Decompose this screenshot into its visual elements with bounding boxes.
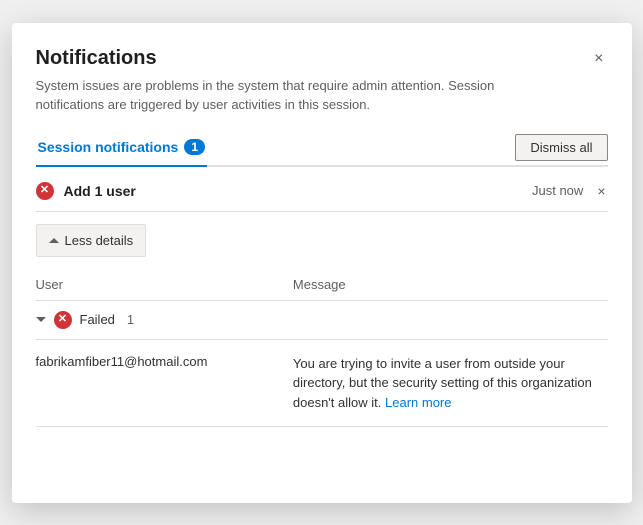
failed-group-cell: ✕ Failed 1 [36,300,608,339]
failed-error-icon: ✕ [54,311,72,329]
col-user-header: User [36,269,293,301]
error-icon: ✕ [36,182,54,200]
dialog-close-button[interactable]: × [590,47,607,71]
dialog-title-block: Notifications System issues are problems… [36,47,536,115]
table-row: fabrikamfiber11@hotmail.com You are tryi… [36,339,608,427]
tabs-bar: Session notifications 1 Dismiss all [36,131,608,167]
details-table: User Message ✕ Failed 1 [36,269,608,428]
chevron-down-icon[interactable] [36,317,46,322]
tab-session-notifications[interactable]: Session notifications 1 [36,131,208,167]
notification-left: ✕ Add 1 user [36,182,136,200]
notification-time: Just now [532,183,583,198]
notification-item: ✕ Add 1 user Just now × [36,167,608,212]
dialog-subtitle: System issues are problems in the system… [36,76,536,115]
notifications-dialog: Notifications System issues are problems… [12,23,632,503]
chevron-up-icon [49,238,59,243]
failed-group: ✕ Failed 1 [36,311,608,329]
tab-session-label: Session notifications [38,139,179,155]
details-toggle-button[interactable]: Less details [36,224,147,257]
notification-title: Add 1 user [64,183,136,199]
failed-error-icon-x: ✕ [58,314,67,325]
failed-count: 1 [127,312,134,327]
message-text: You are trying to invite a user from out… [293,356,592,410]
failed-label: Failed [80,312,115,327]
dismiss-all-button[interactable]: Dismiss all [515,134,607,161]
dialog-title: Notifications [36,47,536,70]
notification-right: Just now × [532,181,608,201]
tab-session-badge: 1 [184,139,205,155]
learn-more-link[interactable]: Learn more [385,395,451,410]
message-cell: You are trying to invite a user from out… [293,339,608,427]
user-cell: fabrikamfiber11@hotmail.com [36,339,293,427]
error-icon-x: ✕ [40,185,49,196]
col-message-header: Message [293,269,608,301]
dialog-header: Notifications System issues are problems… [36,47,608,115]
notification-close-button[interactable]: × [595,181,607,201]
details-toggle-label: Less details [65,233,134,248]
failed-group-row: ✕ Failed 1 [36,300,608,339]
